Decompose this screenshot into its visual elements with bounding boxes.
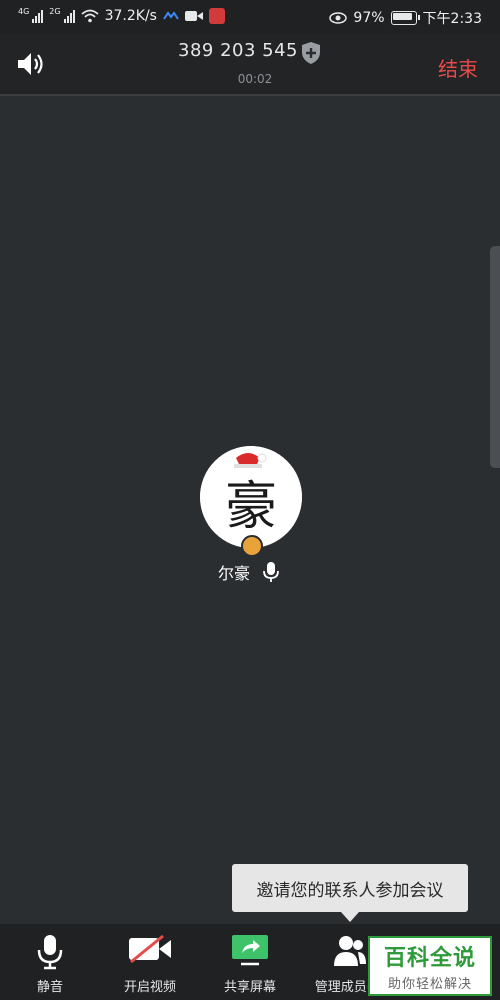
network-type-1: 4G xyxy=(18,6,30,16)
clock: 下午2:33 xyxy=(422,11,482,27)
call-timer: 00:02 xyxy=(237,72,273,86)
mic-recording-icon xyxy=(208,8,225,24)
participant-label: 尔豪 xyxy=(218,560,280,584)
meeting-id: 389 203 545 xyxy=(178,40,299,61)
signal-icon-2 xyxy=(63,9,75,23)
watermark-subtitle: 助你轻松解决 xyxy=(387,977,472,992)
status-bar: 4G 2G 37.2K/s 97% 下午2:33 xyxy=(0,0,500,34)
app-notification-icon xyxy=(163,11,179,20)
microphone-icon xyxy=(37,935,63,970)
scrollbar[interactable] xyxy=(490,246,500,468)
watermark-title: 百科全说 xyxy=(383,946,476,971)
mute-button[interactable]: 静音 xyxy=(0,924,105,1000)
mute-label: 静音 xyxy=(36,980,63,995)
network-type-2: 2G xyxy=(49,6,61,16)
share-screen-button[interactable]: 共享屏幕 xyxy=(195,924,305,1000)
eye-icon xyxy=(329,12,348,24)
start-video-button[interactable]: 开启视频 xyxy=(95,924,205,1000)
tooltip-arrow xyxy=(341,912,359,922)
video-record-icon xyxy=(184,11,203,21)
battery-percent: 97% xyxy=(353,10,385,26)
participant-name: 尔豪 xyxy=(218,564,251,583)
meeting-header: 389 203 545 00:02 结束 xyxy=(0,34,500,96)
share-screen-icon xyxy=(232,935,268,966)
watermark-logo: 百科全说 助你轻松解决 xyxy=(368,936,492,996)
avatar: 豪 xyxy=(200,446,302,548)
shield-icon[interactable] xyxy=(300,41,322,65)
battery-icon xyxy=(390,11,420,25)
end-meeting-button[interactable]: 结束 xyxy=(438,53,478,82)
avatar-glyph: 豪 xyxy=(225,477,277,537)
host-badge-icon xyxy=(241,535,263,557)
invite-tooltip-text: 邀请您的联系人参加会议 xyxy=(256,880,444,901)
wifi-icon xyxy=(81,9,99,23)
participants-icon xyxy=(334,936,366,966)
share-screen-label: 共享屏幕 xyxy=(223,980,276,995)
status-left: 4G 2G 37.2K/s xyxy=(18,6,225,24)
video-off-icon xyxy=(129,934,171,964)
invite-tooltip: 邀请您的联系人参加会议 xyxy=(232,864,468,912)
signal-icon xyxy=(32,9,44,23)
avatar-image: 豪 xyxy=(200,446,302,548)
network-speed: 37.2K/s xyxy=(104,8,157,24)
start-video-label: 开启视频 xyxy=(123,980,176,995)
microphone-icon xyxy=(263,562,279,582)
status-right: 97% 下午2:33 xyxy=(329,8,482,28)
